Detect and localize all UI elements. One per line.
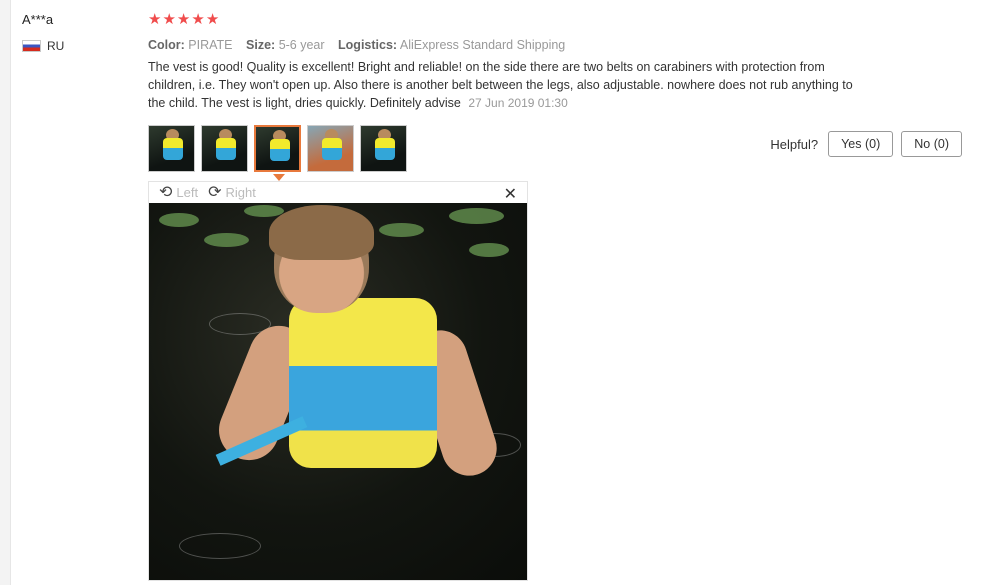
- meta-color-value: PIRATE: [188, 38, 233, 52]
- thumbnail-selected[interactable]: [254, 125, 301, 172]
- meta-size-value: 5-6 year: [278, 38, 325, 52]
- meta-logistics: Logistics: AliExpress Standard Shipping: [338, 38, 565, 52]
- photo-viewer: ⟲ Left ⟳ Right ✕: [148, 181, 528, 581]
- close-icon[interactable]: ✕: [504, 184, 517, 204]
- star-rating: ★ ★ ★ ★ ★: [148, 10, 928, 28]
- review-content: ★ ★ ★ ★ ★ Color: PIRATE Size: 5-6 year L…: [148, 10, 928, 112]
- thumbnail[interactable]: [148, 125, 195, 172]
- meta-size-label: Size:: [246, 38, 276, 52]
- rotate-right-icon: ⟳: [208, 183, 222, 201]
- meta-logistics-label: Logistics:: [338, 38, 398, 52]
- rotate-left-button[interactable]: ⟲ Left: [159, 183, 199, 201]
- star-icon: ★: [148, 11, 162, 28]
- review-photo: [149, 203, 527, 580]
- meta-color-label: Color:: [148, 38, 185, 52]
- helpful-section: Helpful? Yes (0) No (0): [770, 131, 962, 157]
- selected-thumbnail-pointer: [273, 174, 285, 181]
- thumbnail[interactable]: [201, 125, 248, 172]
- rotate-right-button[interactable]: ⟳ Right: [208, 183, 256, 201]
- reviewer-country: RU: [22, 39, 64, 53]
- rotate-left-label: Left: [176, 185, 199, 200]
- star-icon: ★: [191, 11, 205, 28]
- review-date: 27 Jun 2019 01:30: [468, 96, 568, 110]
- reviewer-name: A***a: [22, 12, 54, 27]
- star-icon: ★: [176, 11, 191, 28]
- thumbnail[interactable]: [360, 125, 407, 172]
- thumbnail[interactable]: [307, 125, 354, 172]
- helpful-yes-button[interactable]: Yes (0): [828, 131, 894, 157]
- flag-icon: [22, 40, 41, 52]
- meta-logistics-value: AliExpress Standard Shipping: [399, 38, 566, 52]
- meta-color: Color: PIRATE: [148, 38, 233, 52]
- star-icon: ★: [205, 11, 220, 28]
- star-icon: ★: [162, 11, 176, 28]
- meta-size: Size: 5-6 year: [246, 38, 325, 52]
- viewer-toolbar: ⟲ Left ⟳ Right ✕: [149, 182, 527, 203]
- helpful-label: Helpful?: [770, 136, 819, 152]
- left-strip: [0, 0, 11, 585]
- reviewer-info: A***a RU: [22, 12, 64, 53]
- rotate-right-label: Right: [225, 185, 256, 200]
- helpful-no-button[interactable]: No (0): [901, 131, 962, 157]
- review-body: The vest is good! Quality is excellent! …: [148, 58, 863, 112]
- country-code: RU: [47, 39, 65, 53]
- order-meta: Color: PIRATE Size: 5-6 year Logistics: …: [148, 38, 928, 52]
- photo-thumbnails: [148, 125, 407, 172]
- rotate-left-icon: ⟲: [159, 183, 173, 201]
